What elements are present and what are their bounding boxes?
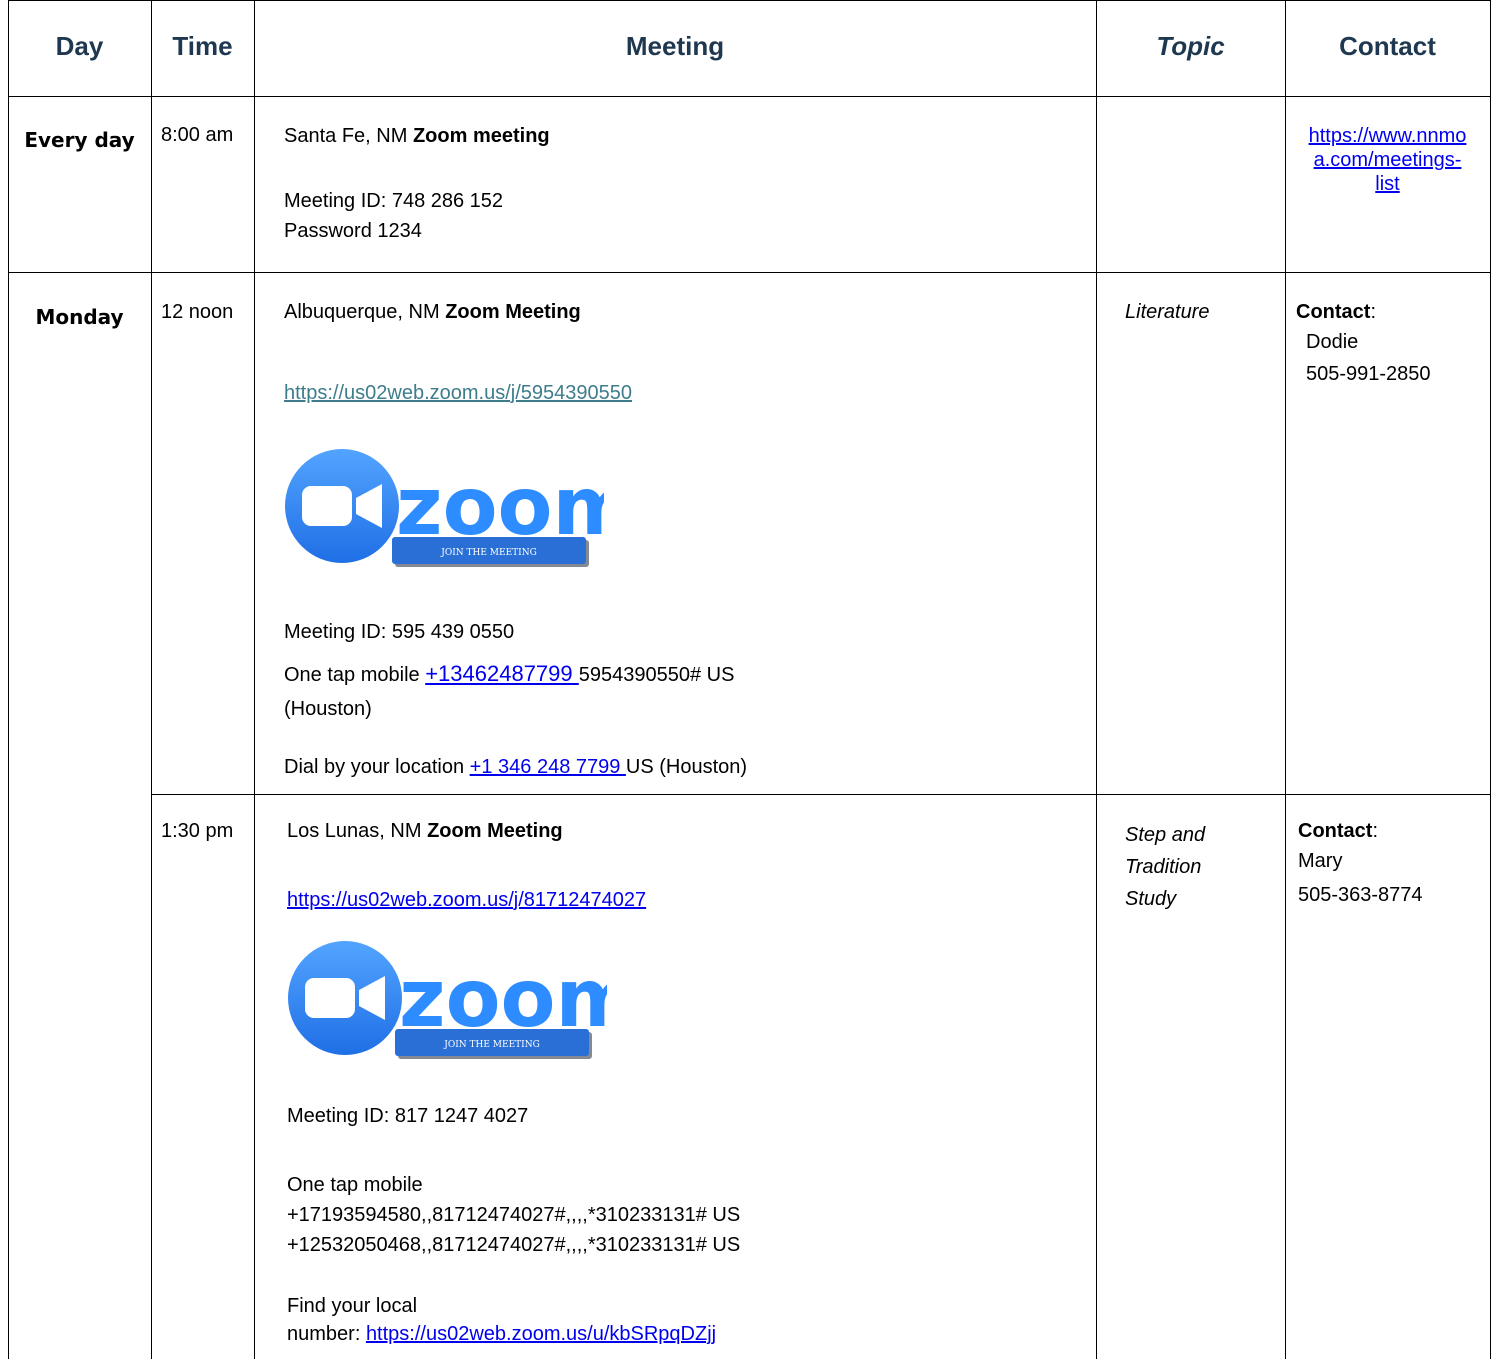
dial-number-link[interactable]: +1 346 248 7799 bbox=[470, 756, 626, 778]
zoom-link[interactable]: https://us02web.zoom.us/j/81712474027 bbox=[287, 889, 646, 911]
zoom-join-button[interactable]: zoom JOIN THE MEETING bbox=[284, 448, 636, 572]
meeting-link[interactable]: https://us02web.zoom.us/j/5954390550 bbox=[284, 381, 632, 405]
meeting-location: Albuquerque, NM bbox=[284, 301, 440, 323]
meeting-type: Zoom meeting bbox=[412, 125, 550, 147]
contact-colon: : bbox=[1370, 301, 1377, 323]
day-cell: Monday bbox=[35, 305, 124, 329]
header-time: Time bbox=[172, 31, 233, 61]
one-tap-number-link[interactable]: +13462487799 bbox=[425, 661, 579, 686]
contact-colon: : bbox=[1372, 820, 1379, 842]
contact-link-line[interactable]: https://www.nnmo bbox=[1309, 125, 1467, 147]
one-tap-label: One tap mobile bbox=[284, 664, 426, 686]
zoom-link[interactable]: https://us02web.zoom.us/j/5954390550 bbox=[284, 382, 632, 404]
meeting-title: Los Lunas, NM Zoom Meeting bbox=[287, 819, 563, 843]
meeting-id: Meeting ID: 595 439 0550 bbox=[284, 621, 515, 643]
join-label: JOIN THE MEETING bbox=[440, 548, 537, 558]
dial-line: Dial by your location +1 346 248 7799 US… bbox=[284, 755, 747, 779]
contact-phone: 505-991-2850 bbox=[1306, 363, 1431, 385]
topic-line: Tradition bbox=[1125, 856, 1202, 878]
topic-cell: Step and Tradition Study bbox=[1125, 819, 1205, 915]
header-topic: Topic bbox=[1156, 31, 1225, 61]
time-cell: 8:00 am bbox=[161, 124, 234, 146]
contact-cell: Contact: bbox=[1296, 300, 1376, 324]
find-local-line: Find your local bbox=[287, 1295, 418, 1317]
contact-link-line[interactable]: list bbox=[1375, 173, 1399, 195]
contact-cell: Contact: bbox=[1298, 819, 1378, 843]
header-contact: Contact bbox=[1339, 31, 1436, 61]
zoom-join-button[interactable]: zoom JOIN THE MEETING bbox=[287, 940, 639, 1064]
contact-link-line[interactable]: a.com/meetings- bbox=[1314, 149, 1462, 171]
one-tap-number: +17193594580,,81712474027#,,,,*310233131… bbox=[287, 1204, 741, 1226]
find-prefix: number: bbox=[287, 1323, 366, 1345]
contact-name: Mary bbox=[1298, 850, 1343, 872]
time-cell: 12 noon bbox=[161, 301, 234, 323]
one-tap-suffix: 5954390550# US bbox=[578, 664, 735, 686]
meeting-title: Albuquerque, NM Zoom Meeting bbox=[284, 300, 581, 324]
find-local-number: number: https://us02web.zoom.us/u/kbSRpq… bbox=[287, 1322, 716, 1346]
contact-name: Dodie bbox=[1306, 331, 1359, 353]
header-meeting: Meeting bbox=[625, 31, 725, 61]
header-day: Day bbox=[55, 31, 104, 61]
zoom-logo-icon: zoom JOIN THE MEETING bbox=[285, 449, 636, 567]
meeting-location: Santa Fe, NM bbox=[284, 125, 408, 147]
meeting-type: Zoom Meeting bbox=[445, 301, 581, 323]
topic-line: Step and bbox=[1125, 824, 1206, 846]
meeting-password: Password 1234 bbox=[284, 220, 422, 242]
contact-link[interactable]: https://www.nnmo a.com/meetings- list bbox=[1285, 124, 1490, 196]
one-tap-label: One tap mobile bbox=[287, 1174, 423, 1196]
meeting-type: Zoom Meeting bbox=[427, 820, 563, 842]
meeting-id: Meeting ID: 817 1247 4027 bbox=[287, 1105, 529, 1127]
time-cell: 1:30 pm bbox=[161, 820, 234, 842]
meeting-link[interactable]: https://us02web.zoom.us/j/81712474027 bbox=[287, 888, 646, 912]
contact-label: Contact bbox=[1298, 820, 1373, 842]
contact-label: Contact bbox=[1296, 301, 1371, 323]
meeting-title: Santa Fe, NM Zoom meeting bbox=[284, 124, 550, 148]
zoom-logo-icon: zoom JOIN THE MEETING bbox=[288, 941, 639, 1059]
meeting-location: Los Lunas, NM bbox=[287, 820, 422, 842]
join-label: JOIN THE MEETING bbox=[443, 1040, 540, 1050]
dial-suffix: US (Houston) bbox=[625, 756, 748, 778]
one-tap-number: +12532050468,,81712474027#,,,,*310233131… bbox=[287, 1234, 741, 1256]
topic-cell: Literature bbox=[1125, 301, 1210, 323]
meeting-id: Meeting ID: 748 286 152 bbox=[284, 190, 504, 212]
find-local-link[interactable]: https://us02web.zoom.us/u/kbSRpqDZjj bbox=[366, 1323, 716, 1345]
dial-label: Dial by your location bbox=[284, 756, 470, 778]
topic-line: Study bbox=[1125, 888, 1177, 910]
contact-phone: 505-363-8774 bbox=[1298, 884, 1423, 906]
day-cell: Every day bbox=[24, 128, 135, 152]
one-tap-city: (Houston) bbox=[284, 698, 372, 720]
one-tap-line: One tap mobile +13462487799 5954390550# … bbox=[284, 662, 734, 687]
